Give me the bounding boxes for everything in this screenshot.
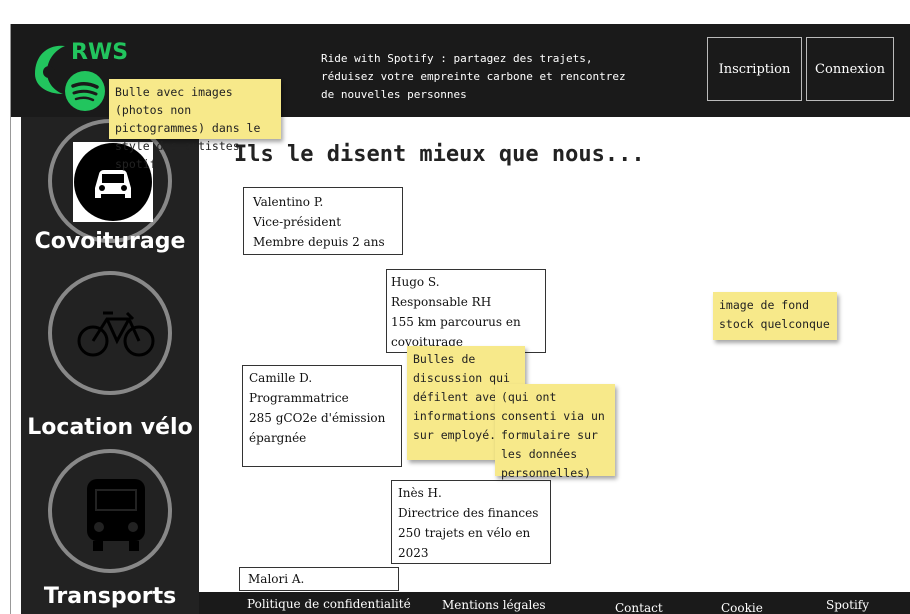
testimonial-stat: Membre depuis 2 ans bbox=[253, 235, 385, 249]
testimonial-stat: 285 gCO2e d'émission épargnée bbox=[249, 411, 386, 445]
footer-link-cookie[interactable]: Cookie bbox=[721, 601, 763, 614]
testimonial-card[interactable]: Hugo S. Responsable RH 155 km parcourus … bbox=[386, 269, 546, 353]
brand-name: RWS bbox=[71, 40, 129, 65]
page-title: Ils le disent mieux que nous... bbox=[234, 142, 645, 167]
sidebar-item-label: Location vélo bbox=[27, 415, 193, 440]
sticky-note-background: image de fond stock quelconque bbox=[713, 292, 837, 340]
sticky-note-bubble: Bulle avec images (photos non pictogramm… bbox=[109, 79, 281, 171]
testimonial-card[interactable]: Camille D. Programmatrice 285 gCO2e d'ém… bbox=[242, 365, 402, 467]
sidebar-item-label: Transports bbox=[43, 584, 177, 609]
sidebar-item-label: Covoiturage bbox=[34, 229, 186, 254]
testimonial-role: Programmatrice bbox=[249, 391, 349, 405]
testimonial-role: Responsable RH bbox=[391, 295, 492, 309]
testimonial-card[interactable]: Malori A. bbox=[239, 567, 399, 591]
footer-link-privacy[interactable]: Politique de confidentialité bbox=[247, 597, 411, 611]
footer: Politique de confidentialité Mentions lé… bbox=[199, 592, 910, 614]
testimonial-name: Hugo S. bbox=[391, 275, 440, 289]
sidebar: Covoiturage Location vélo Transports bbox=[21, 117, 199, 614]
testimonial-card[interactable]: Valentino P. Vice-président Membre depui… bbox=[243, 187, 403, 255]
testimonial-card[interactable]: Inès H. Directrice des finances 250 traj… bbox=[391, 480, 551, 564]
tagline: Ride with Spotify : partagez des trajets… bbox=[321, 52, 626, 101]
testimonial-name: Valentino P. bbox=[253, 195, 324, 209]
testimonial-stat: 250 trajets en vélo en 2023 bbox=[398, 526, 531, 560]
sticky-note-consent: (qui ont consenti via un formulaire sur … bbox=[495, 384, 615, 480]
bicycle-icon bbox=[77, 311, 155, 357]
footer-link-legal[interactable]: Mentions légales bbox=[442, 598, 546, 612]
testimonial-name: Malori A. bbox=[248, 572, 305, 586]
login-button[interactable]: Connexion bbox=[806, 37, 894, 101]
footer-link-contact[interactable]: Contact bbox=[615, 601, 663, 614]
page-frame: RWS Ride with Spotify : partagez des tra… bbox=[10, 24, 910, 614]
testimonial-name: Camille D. bbox=[249, 371, 313, 385]
testimonial-role: Directrice des finances bbox=[398, 506, 539, 520]
signup-button[interactable]: Inscription bbox=[707, 37, 802, 101]
testimonial-name: Inès H. bbox=[398, 486, 442, 500]
footer-link-spotify[interactable]: Spotify bbox=[826, 598, 869, 612]
testimonial-role: Vice-président bbox=[253, 215, 342, 229]
bus-icon bbox=[87, 479, 145, 551]
